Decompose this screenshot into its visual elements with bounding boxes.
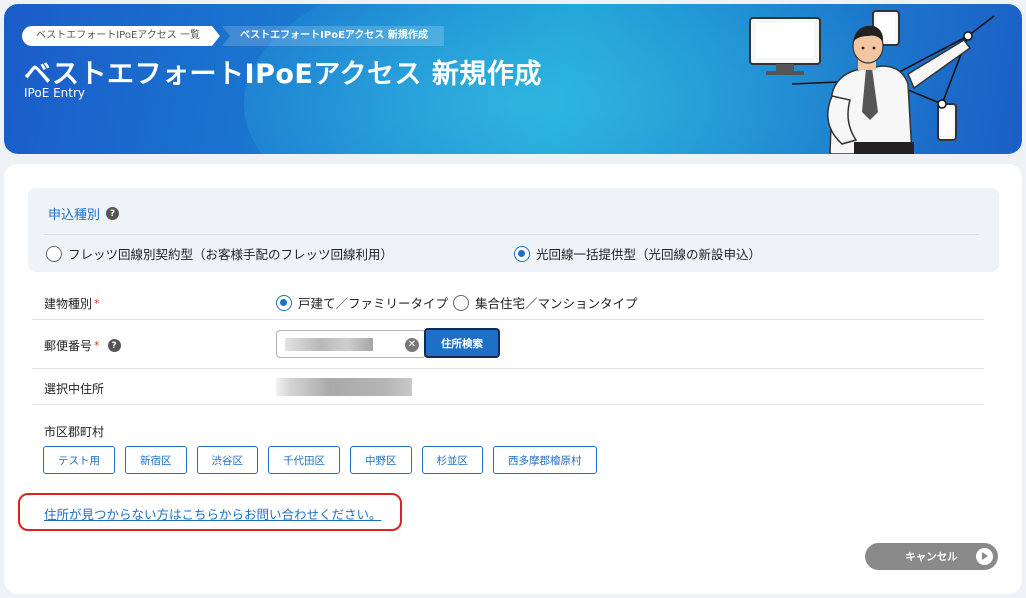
radio-button[interactable] [46, 245, 62, 262]
municipality-label: 市区郡町村 [44, 425, 105, 439]
application-type-section: 申込種別 ? フレッツ回線別契約型（お客様手配のフレッツ回線利用） 光回線一括提… [28, 188, 999, 272]
city-button-shinjuku[interactable]: 新宿区 [125, 446, 187, 474]
row-divider [32, 368, 984, 369]
selected-address-label: 選択中住所 [44, 382, 105, 396]
clear-icon[interactable]: ✕ [405, 338, 419, 352]
building-type-label-text: 建物種別 [44, 297, 93, 311]
application-type-option-separate[interactable]: フレッツ回線別契約型（お客様手配のフレッツ回線利用） [46, 244, 393, 263]
redacted-value [285, 338, 373, 351]
application-type-heading: 申込種別 ? [48, 204, 120, 223]
city-button-suginami[interactable]: 杉並区 [421, 446, 483, 474]
postal-code-input[interactable]: ✕ [276, 330, 426, 358]
city-button-chiyoda[interactable]: 千代田区 [268, 446, 340, 474]
cancel-button-label: キャンセル [905, 551, 958, 563]
city-button-test[interactable]: テスト用 [43, 446, 115, 474]
radio-label: 集合住宅／マンションタイプ [475, 296, 638, 311]
contact-link[interactable]: 住所が見つからない方はこちらからお問い合わせください。 [44, 504, 382, 523]
row-divider [32, 319, 984, 320]
postal-code-label-text: 郵便番号 [44, 339, 93, 353]
breadcrumb-item-list[interactable]: ベストエフォートIPoEアクセス 一覧 [22, 26, 220, 46]
building-type-label: 建物種別 * [44, 295, 106, 312]
page-subtitle: IPoE Entry [24, 86, 86, 100]
help-icon[interactable]: ? [106, 207, 120, 220]
page-header: ベストエフォートIPoEアクセス 一覧 ベストエフォートIPoEアクセス 新規作… [4, 4, 1022, 154]
breadcrumb: ベストエフォートIPoEアクセス 一覧 ベストエフォートIPoEアクセス 新規作… [22, 26, 444, 46]
arrow-right-icon [976, 548, 993, 565]
city-button-group: テスト用 新宿区 渋谷区 千代田区 中野区 杉並区 西多摩郡檜原村 [43, 446, 597, 474]
building-type-option-apartment[interactable]: 集合住宅／マンションタイプ [453, 293, 638, 312]
radio-label: 光回線一括提供型（光回線の新設申込） [536, 247, 762, 262]
radio-button[interactable] [514, 245, 530, 262]
form-card: 申込種別 ? フレッツ回線別契約型（お客様手配のフレッツ回線利用） 光回線一括提… [4, 164, 1022, 594]
address-search-button[interactable]: 住所検索 [424, 328, 500, 358]
row-divider [32, 404, 984, 405]
postal-code-label: 郵便番号 * ? [44, 337, 121, 354]
redacted-address [276, 378, 412, 396]
application-type-label: 申込種別 [48, 208, 101, 223]
cancel-button[interactable]: キャンセル [865, 543, 998, 570]
radio-label: 戸建て／ファミリータイプ [298, 296, 449, 311]
application-type-option-bundle[interactable]: 光回線一括提供型（光回線の新設申込） [514, 244, 761, 263]
required-mark: * [94, 339, 100, 352]
radio-button[interactable] [453, 294, 469, 311]
page-title: ベストエフォートIPoEアクセス 新規作成 [24, 59, 542, 90]
businessman-illustration [749, 10, 995, 154]
city-button-shibuya[interactable]: 渋谷区 [196, 446, 258, 474]
city-button-nakano[interactable]: 中野区 [350, 446, 412, 474]
city-button-hinohara[interactable]: 西多摩郡檜原村 [493, 446, 597, 474]
breadcrumb-item-current: ベストエフォートIPoEアクセス 新規作成 [221, 26, 444, 46]
help-icon[interactable]: ? [107, 339, 121, 352]
radio-label: フレッツ回線別契約型（お客様手配のフレッツ回線利用） [68, 247, 394, 262]
building-type-option-house[interactable]: 戸建て／ファミリータイプ [276, 293, 448, 312]
required-mark: * [94, 297, 100, 310]
radio-button[interactable] [276, 294, 292, 311]
section-divider [44, 234, 979, 235]
